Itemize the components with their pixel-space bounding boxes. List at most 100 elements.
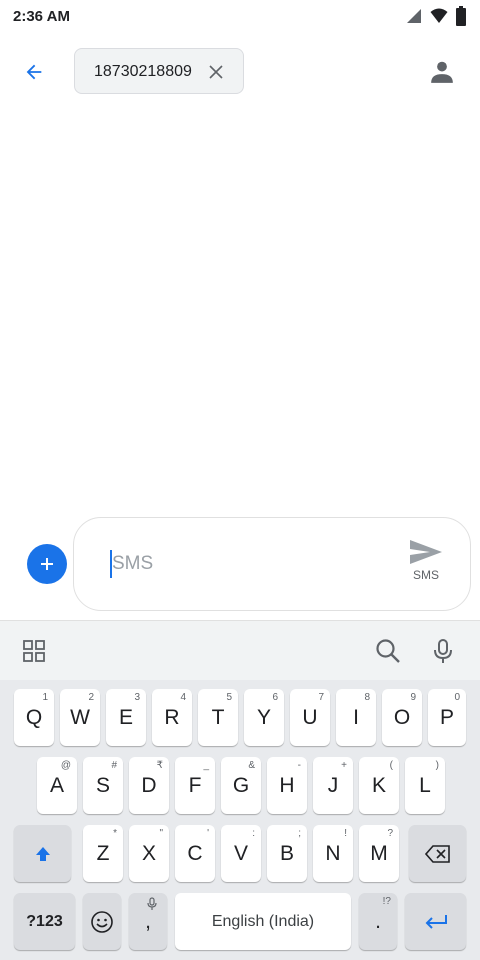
send-button[interactable]: SMS [404,538,448,588]
remove-recipient-button[interactable] [205,61,227,83]
comma-key[interactable]: , [129,893,167,950]
send-icon [410,540,442,564]
key-p[interactable]: 0P [428,689,466,746]
key-a[interactable]: @ A [37,757,77,814]
search-icon[interactable] [374,637,402,665]
key-d[interactable]: ₹ D [129,757,169,814]
key-t[interactable]: 5T [198,689,238,746]
status-icons [406,6,466,26]
key-label: L [419,773,431,797]
key-z[interactable]: * Z [83,825,123,882]
key-label: M [370,841,388,865]
key-hint: * [113,828,117,839]
key-label: B [279,841,294,865]
enter-key[interactable] [405,893,466,950]
space-key[interactable]: English (India) [175,893,351,950]
key-hint: ; [298,828,301,839]
key-r[interactable]: 4R [152,689,192,746]
key-hint: 1 [42,692,48,703]
key-label: V [233,841,248,865]
key-k[interactable]: (K [359,757,399,814]
key-label: S [95,773,110,797]
comma-label: , [145,909,151,933]
key-label: N [325,841,341,865]
key-label: P [439,705,454,729]
key-hint: 4 [180,692,186,703]
key-j[interactable]: + J [313,757,353,814]
key-hint: 8 [364,692,370,703]
shift-arrow-icon [35,846,50,861]
backspace-key[interactable] [409,825,466,882]
contact-button[interactable] [426,56,458,88]
key-label: T [211,705,225,729]
mic-icon[interactable] [429,637,457,665]
key-u[interactable]: 7U [290,689,330,746]
key-hint: 7 [318,692,324,703]
key-label: C [187,841,203,865]
app-bar: 18730218809 [0,34,480,110]
key-s[interactable]: # S [83,757,123,814]
key-label: Z [96,841,110,865]
backspace-icon [424,844,450,863]
key-label: D [141,773,157,797]
key-label: H [279,773,295,797]
key-label: F [188,773,202,797]
key-i[interactable]: 8I [336,689,376,746]
recipient-chip[interactable]: 18730218809 [74,48,244,94]
plus-icon [41,558,53,570]
key-g[interactable]: & G [221,757,261,814]
key-label: O [393,705,411,729]
key-q[interactable]: 1Q [14,689,54,746]
key-b[interactable]: ; B [267,825,307,882]
key-hint: !? [382,896,391,907]
key-hint: 6 [272,692,278,703]
key-label: I [353,705,359,729]
person-icon [431,61,453,83]
mic-hint-icon [147,897,157,910]
key-label: X [141,841,156,865]
key-m[interactable]: ? M [359,825,399,882]
key-hint: + [341,760,347,771]
key-h[interactable]: -H [267,757,307,814]
key-x[interactable]: " X [129,825,169,882]
key-label: J [327,773,339,797]
keyboard-toolbar [0,620,480,680]
key-hint: ₹ [156,760,163,771]
space-key-label: English (India) [211,912,315,930]
key-n[interactable]: ! N [313,825,353,882]
key-w[interactable]: 2W [60,689,100,746]
emoji-key[interactable] [83,893,121,950]
key-hint: ' [207,828,209,839]
key-l[interactable]: ) L [405,757,445,814]
key-hint: : [252,828,255,839]
key-label: Q [25,705,43,729]
symbols-key-label: ?123 [26,912,63,930]
key-hint: & [248,760,255,771]
key-hint: 3 [134,692,140,703]
arrow-back-icon [26,64,42,80]
key-hint: ? [387,828,393,839]
key-v[interactable]: :V [221,825,261,882]
period-key[interactable]: !? . [359,893,397,950]
key-hint: 5 [226,692,232,703]
key-o[interactable]: 9O [382,689,422,746]
key-c[interactable]: ' C [175,825,215,882]
key-hint: ( [389,760,393,771]
status-time: 2:36 AM [13,8,70,25]
key-e[interactable]: 3E [106,689,146,746]
add-attachment-button[interactable] [27,544,67,584]
apps-grid-icon[interactable] [22,639,46,663]
key-hint: ) [435,760,439,771]
shift-key[interactable] [14,825,71,882]
battery-icon [456,6,466,26]
key-label: K [371,773,386,797]
compose-box: SMS SMS [73,517,471,611]
send-label: SMS [412,568,439,582]
close-icon [209,65,223,79]
symbols-key[interactable]: ?123 [14,893,75,950]
back-button[interactable] [14,52,54,92]
message-input[interactable]: SMS [112,553,153,575]
cellular-signal-icon [407,9,421,23]
key-f[interactable]: _ F [175,757,215,814]
key-y[interactable]: 6Y [244,689,284,746]
